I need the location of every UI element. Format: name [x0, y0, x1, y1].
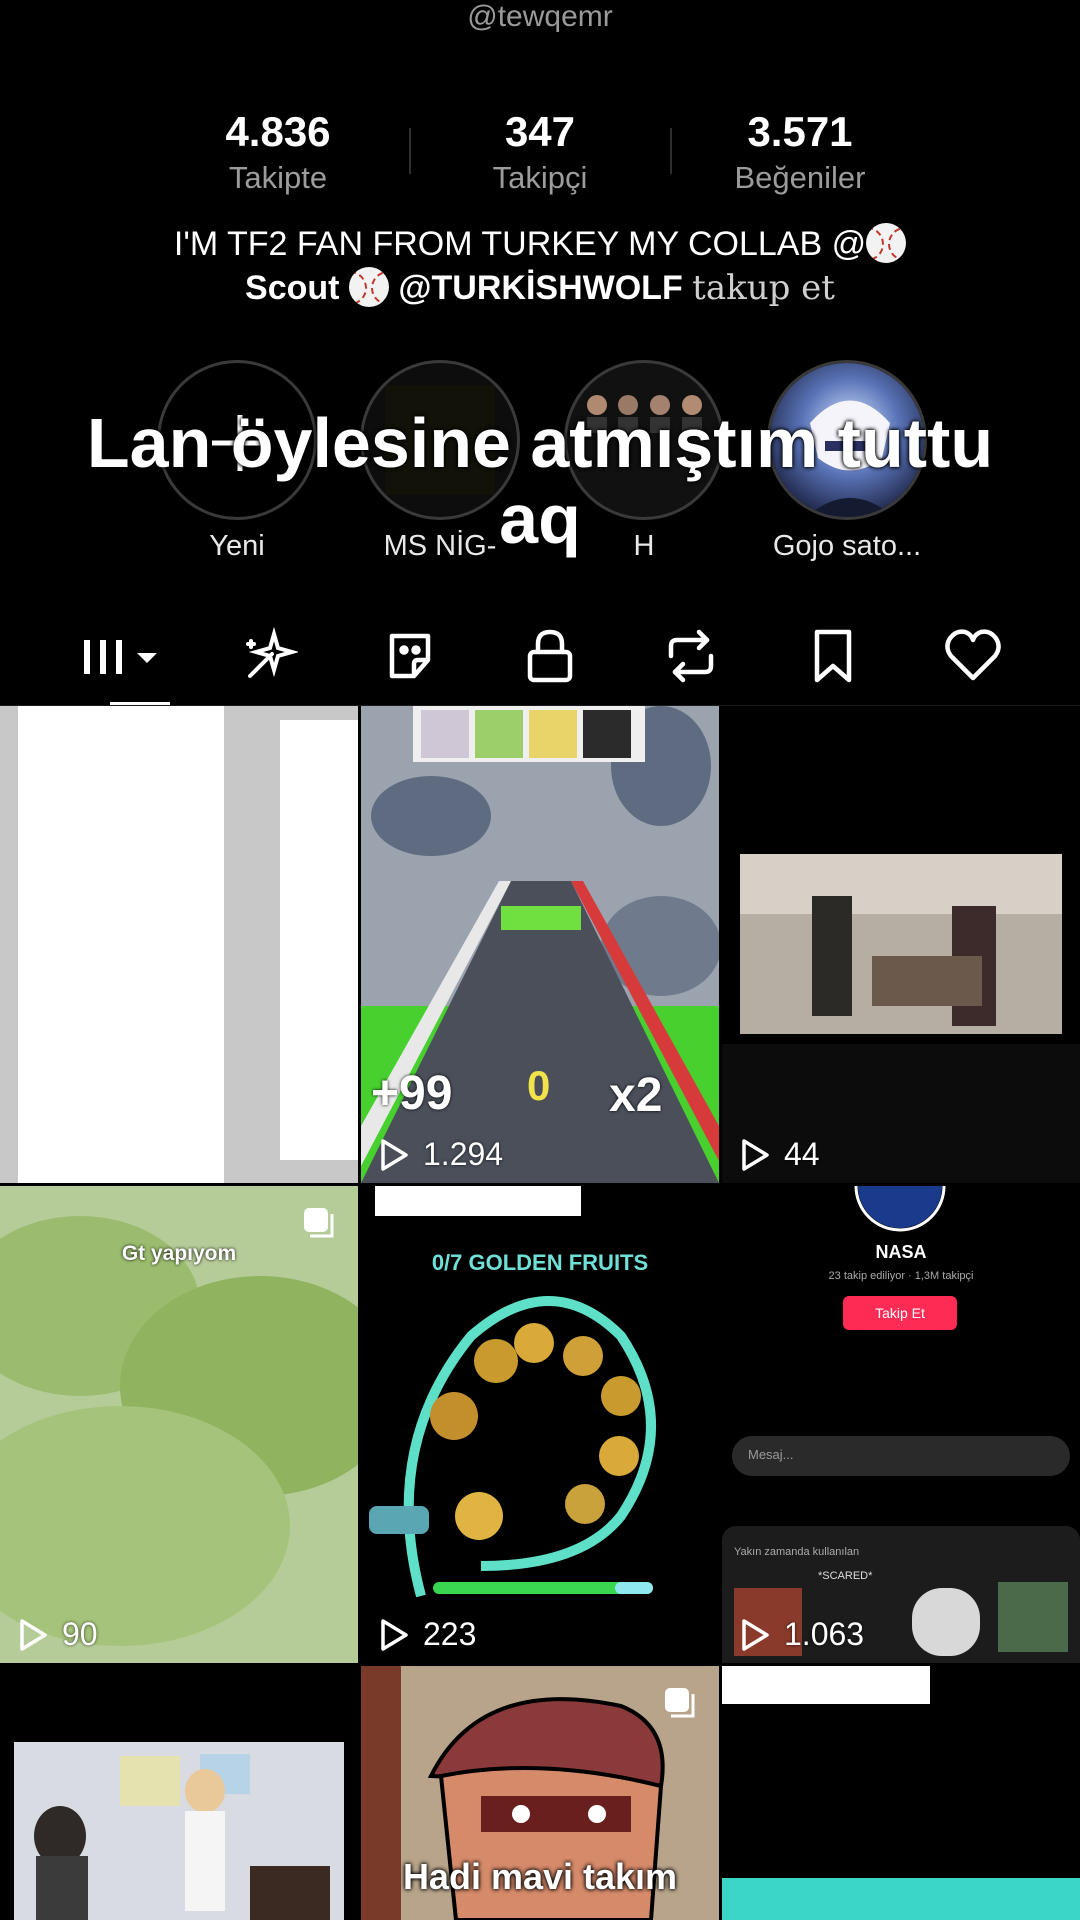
- play-icon: [381, 1618, 408, 1651]
- view-count: 223: [379, 1616, 476, 1653]
- sticker-icon: [389, 633, 431, 679]
- tab-private[interactable]: [510, 616, 590, 696]
- classroom-scene: [14, 1742, 344, 1920]
- bio-scout: Scout: [245, 269, 340, 307]
- stat-followers[interactable]: 347 Takipçi: [430, 108, 650, 198]
- stat-likes: 3.571 Beğeniler: [690, 108, 910, 198]
- nasa-subtitle: 23 takip ediliyor · 1,3M takipçi: [828, 1270, 974, 1282]
- following-count: 4.836: [225, 108, 331, 155]
- nasa-title: NASA: [875, 1242, 927, 1262]
- video-thumbnail[interactable]: [722, 1666, 1080, 1920]
- view-count: 1.294: [379, 1136, 503, 1173]
- multi-photo-icon: [304, 1208, 334, 1238]
- stat-divider: [670, 128, 672, 174]
- redacted-block: [138, 706, 224, 1183]
- video-thumbnail[interactable]: [0, 1666, 358, 1920]
- video-thumbnail[interactable]: [0, 706, 358, 1183]
- video-thumbnail[interactable]: +99 0 x2 1.294: [361, 706, 719, 1183]
- tab-videos-grid[interactable]: [80, 616, 170, 696]
- play-icon: [381, 1138, 408, 1171]
- baseball-emoji-icon: [866, 223, 907, 263]
- overlay-caption-line1: Lan öylesine atmıştım tuttu: [86, 404, 994, 482]
- follow-button: Takip Et: [843, 1296, 957, 1330]
- likes-count: 3.571: [747, 108, 853, 155]
- sticker-thumbnail: [912, 1588, 980, 1656]
- view-count: 90: [18, 1616, 98, 1653]
- view-count: 44: [740, 1136, 820, 1173]
- repost-icon: [668, 629, 714, 683]
- bio-trailing-text: takup et: [692, 268, 835, 308]
- lock-icon: [527, 629, 573, 683]
- tab-stickers[interactable]: [370, 616, 450, 696]
- bookmark-icon: [814, 629, 852, 683]
- room-scene: [722, 854, 1080, 1183]
- bio-line-1: I'M TF2 FAN FROM TURKEY MY COLLAB @: [173, 225, 867, 263]
- video-thumbnail[interactable]: 0/7 GOLDEN FRUITS 223: [361, 1186, 719, 1663]
- thumbnail-color-band: [722, 1878, 1080, 1920]
- baseball-emoji-icon: [348, 267, 389, 307]
- game-counter: 0: [527, 1062, 551, 1109]
- profile-bio: I'M TF2 FAN FROM TURKEY MY COLLAB @ Scou…: [60, 222, 1020, 310]
- followers-count: 347: [504, 108, 576, 155]
- video-thumbnail[interactable]: NASA 23 takip ediliyor · 1,3M takipçi Ta…: [722, 1186, 1080, 1663]
- multi-photo-icon: [665, 1688, 695, 1718]
- profile-tab-bar: [0, 616, 1080, 696]
- heart-icon: [945, 629, 1001, 681]
- game-multiplier: x2: [609, 1069, 663, 1122]
- video-caption: Gt yapıyom: [121, 1242, 237, 1265]
- game-score: +99: [371, 1067, 453, 1120]
- following-label: Takipte: [228, 160, 328, 195]
- overlay-caption-line2: aq: [499, 480, 581, 558]
- play-icon: [20, 1618, 47, 1651]
- followers-label: Takipçi: [492, 160, 588, 195]
- golden-fruits-scene: [369, 1296, 656, 1598]
- redacted-block: [280, 720, 358, 1160]
- stat-divider: [409, 128, 411, 174]
- grid-icon: [84, 640, 157, 674]
- sticker-thumbnail: [998, 1582, 1068, 1652]
- video-thumbnail[interactable]: Gt yapıyom 90: [0, 1186, 358, 1663]
- recent-label: Yakın zamanda kullanılan: [734, 1546, 860, 1558]
- video-thumbnail[interactable]: 44: [722, 706, 1080, 1183]
- bio-mention[interactable]: @TURKİSHWOLF: [398, 269, 682, 307]
- message-field: Mesaj...: [732, 1436, 1070, 1476]
- tab-favorites[interactable]: [793, 616, 873, 696]
- likes-label: Beğeniler: [734, 160, 866, 195]
- overlay-caption: Lan öylesine atmıştım tuttu aq: [0, 405, 1080, 557]
- tab-sparkle[interactable]: [228, 616, 308, 696]
- username-handle: @tewqemr: [467, 0, 613, 33]
- nasa-logo-icon: [854, 1186, 946, 1232]
- redacted-block: [722, 1666, 930, 1704]
- sparkle-icon: [246, 626, 298, 678]
- message-placeholder: Mesaj...: [748, 1447, 794, 1462]
- play-icon: [742, 1618, 769, 1651]
- redacted-block: [18, 706, 108, 1183]
- sticker-label: *SCARED*: [818, 1570, 873, 1582]
- stat-following[interactable]: 4.836 Takipte: [168, 108, 388, 198]
- video-thumbnail[interactable]: Hadi mavi takım: [361, 1666, 719, 1920]
- play-icon: [742, 1138, 769, 1171]
- tab-reposts[interactable]: [651, 616, 731, 696]
- tab-liked[interactable]: [933, 616, 1013, 696]
- view-count: 1.063: [740, 1616, 864, 1653]
- video-caption: Hadi mavi takım: [402, 1856, 678, 1897]
